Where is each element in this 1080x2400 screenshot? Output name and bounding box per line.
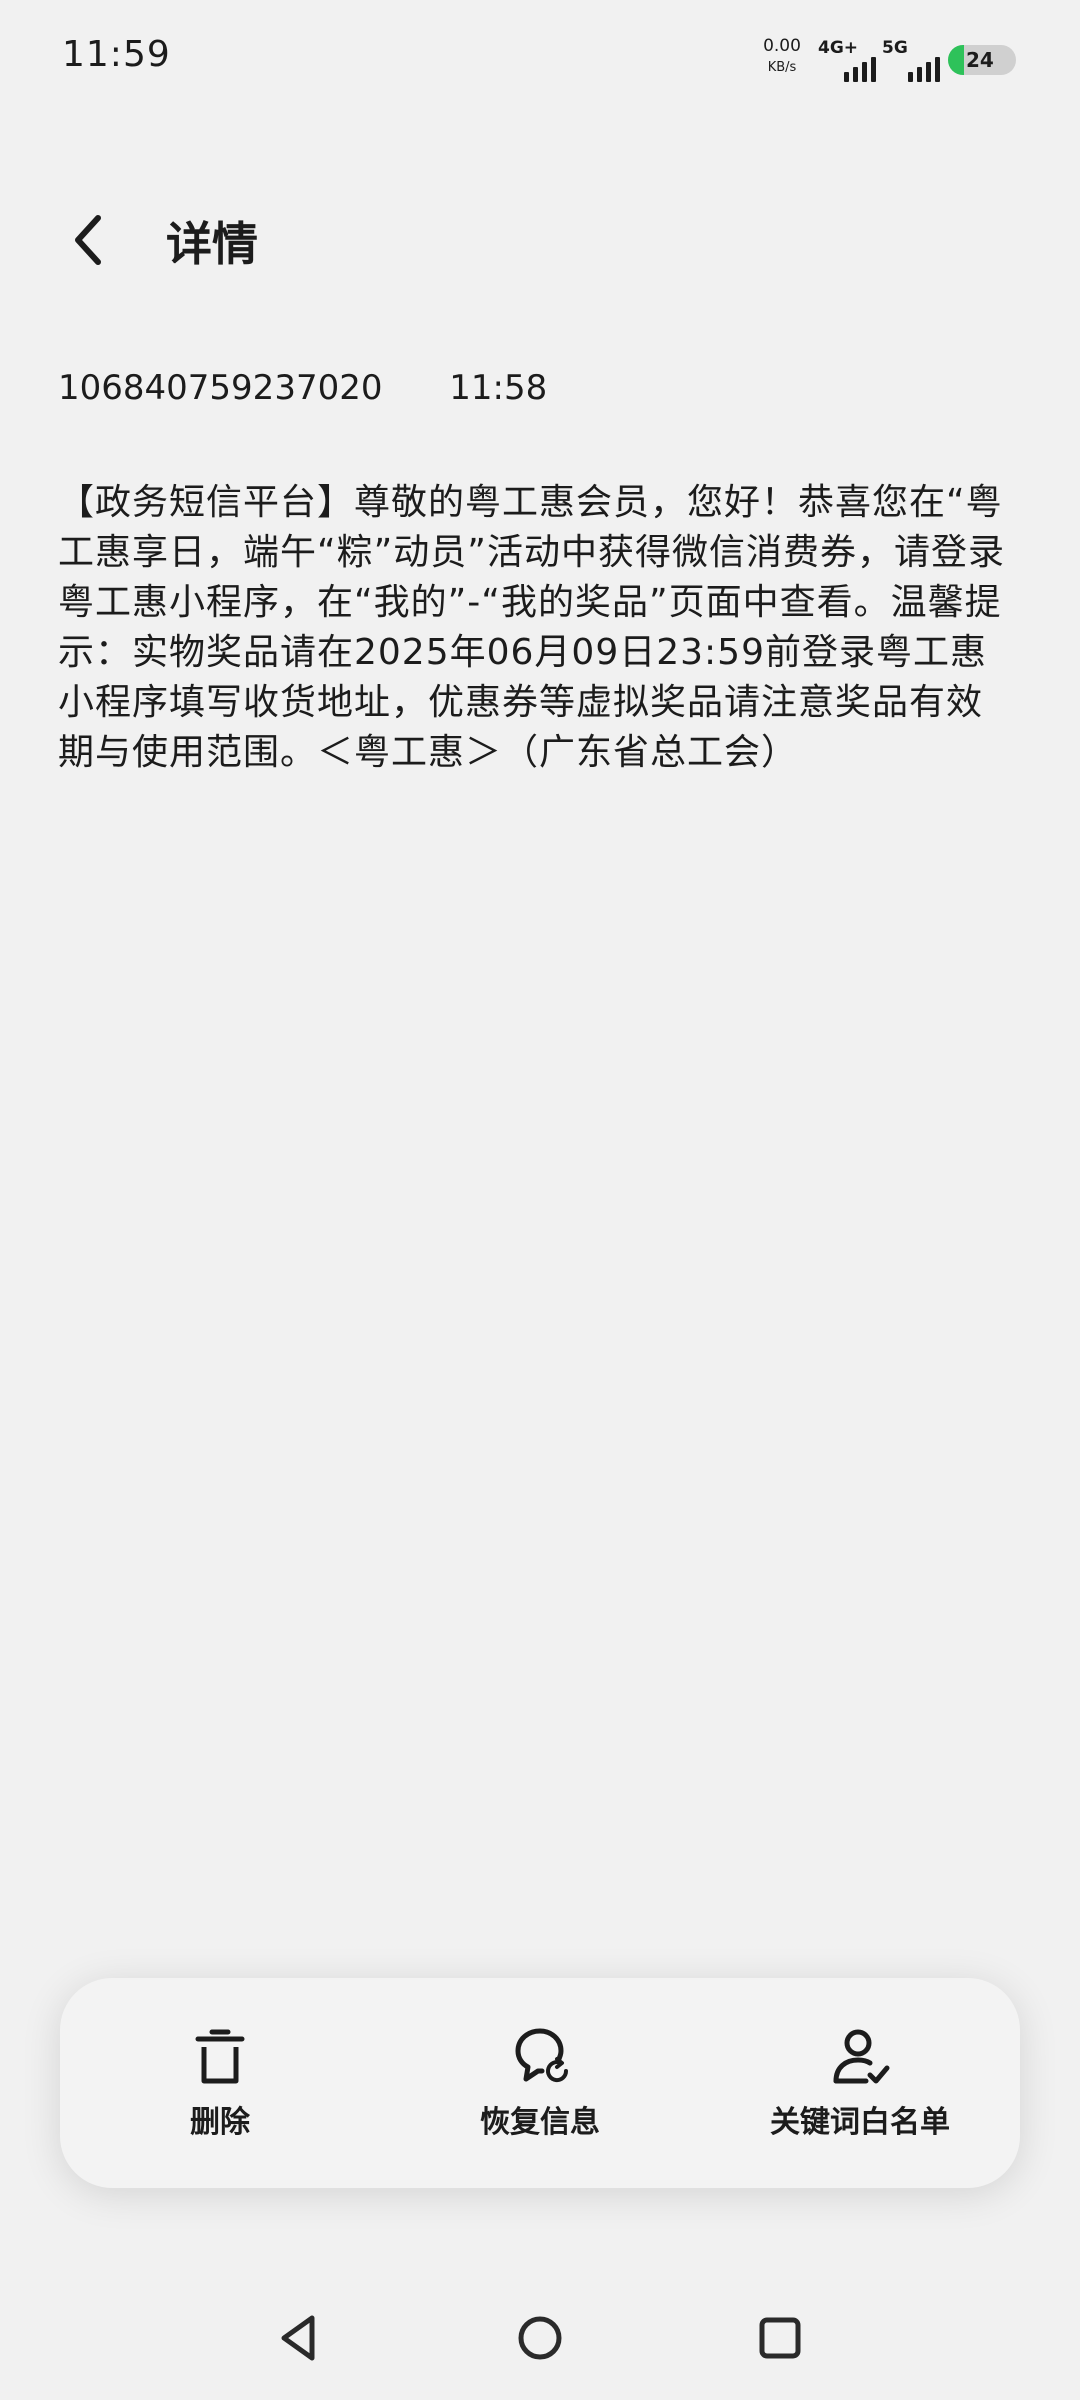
- sender-number: 106840759237020: [58, 368, 383, 408]
- network-speed: 0.00 KB/s: [762, 36, 802, 75]
- signal-5g-label: 5G: [882, 38, 908, 58]
- message-detail-screen: 11:59 0.00 KB/s 4G+ 5G 24 详情 10684075923…: [0, 0, 1080, 2400]
- signal-4g-icon: 4G+: [818, 38, 876, 82]
- square-recents-icon[interactable]: [752, 2310, 808, 2366]
- user-check-icon: [833, 2029, 890, 2084]
- action-panel: 删除 恢复信息 关键词白名单: [60, 1978, 1020, 2188]
- restore-message-icon: [515, 2028, 569, 2083]
- restore-message-button[interactable]: 恢复信息: [380, 1978, 700, 2188]
- circle-home-icon[interactable]: [512, 2310, 568, 2366]
- chevron-left-icon: [75, 215, 101, 265]
- header: 详情: [0, 190, 1080, 290]
- network-speed-unit: KB/s: [767, 60, 797, 75]
- status-time: 11:59: [62, 34, 171, 75]
- battery-icon: 24: [948, 45, 1016, 75]
- network-speed-value: 0.00: [763, 36, 801, 56]
- delete-label: 删除: [190, 2105, 250, 2140]
- page-title: 详情: [166, 217, 258, 271]
- signal-4g-label: 4G+: [818, 38, 859, 58]
- signal-5g-icon: 5G: [882, 38, 940, 82]
- trash-icon: [195, 2029, 245, 2084]
- triangle-back-icon[interactable]: [272, 2310, 328, 2366]
- battery-percent: 24: [966, 48, 994, 72]
- keyword-whitelist-label: 关键词白名单: [770, 2105, 950, 2140]
- navigation-bar: [0, 2290, 1080, 2380]
- status-bar: 11:59 0.00 KB/s 4G+ 5G 24: [0, 0, 1080, 120]
- message-time: 11:58: [449, 368, 548, 408]
- battery-fill: [948, 45, 965, 75]
- keyword-whitelist-button[interactable]: 关键词白名单: [700, 1978, 1020, 2188]
- message-body: 【政务短信平台】尊敬的粤工惠会员，您好！恭喜您在“粤工惠享日，端午“粽”动员”活…: [58, 482, 1005, 773]
- delete-button[interactable]: 删除: [60, 1978, 380, 2188]
- back-button[interactable]: [52, 204, 124, 276]
- message-meta: 106840759237020 11:58: [58, 368, 547, 408]
- restore-message-label: 恢复信息: [480, 2105, 600, 2140]
